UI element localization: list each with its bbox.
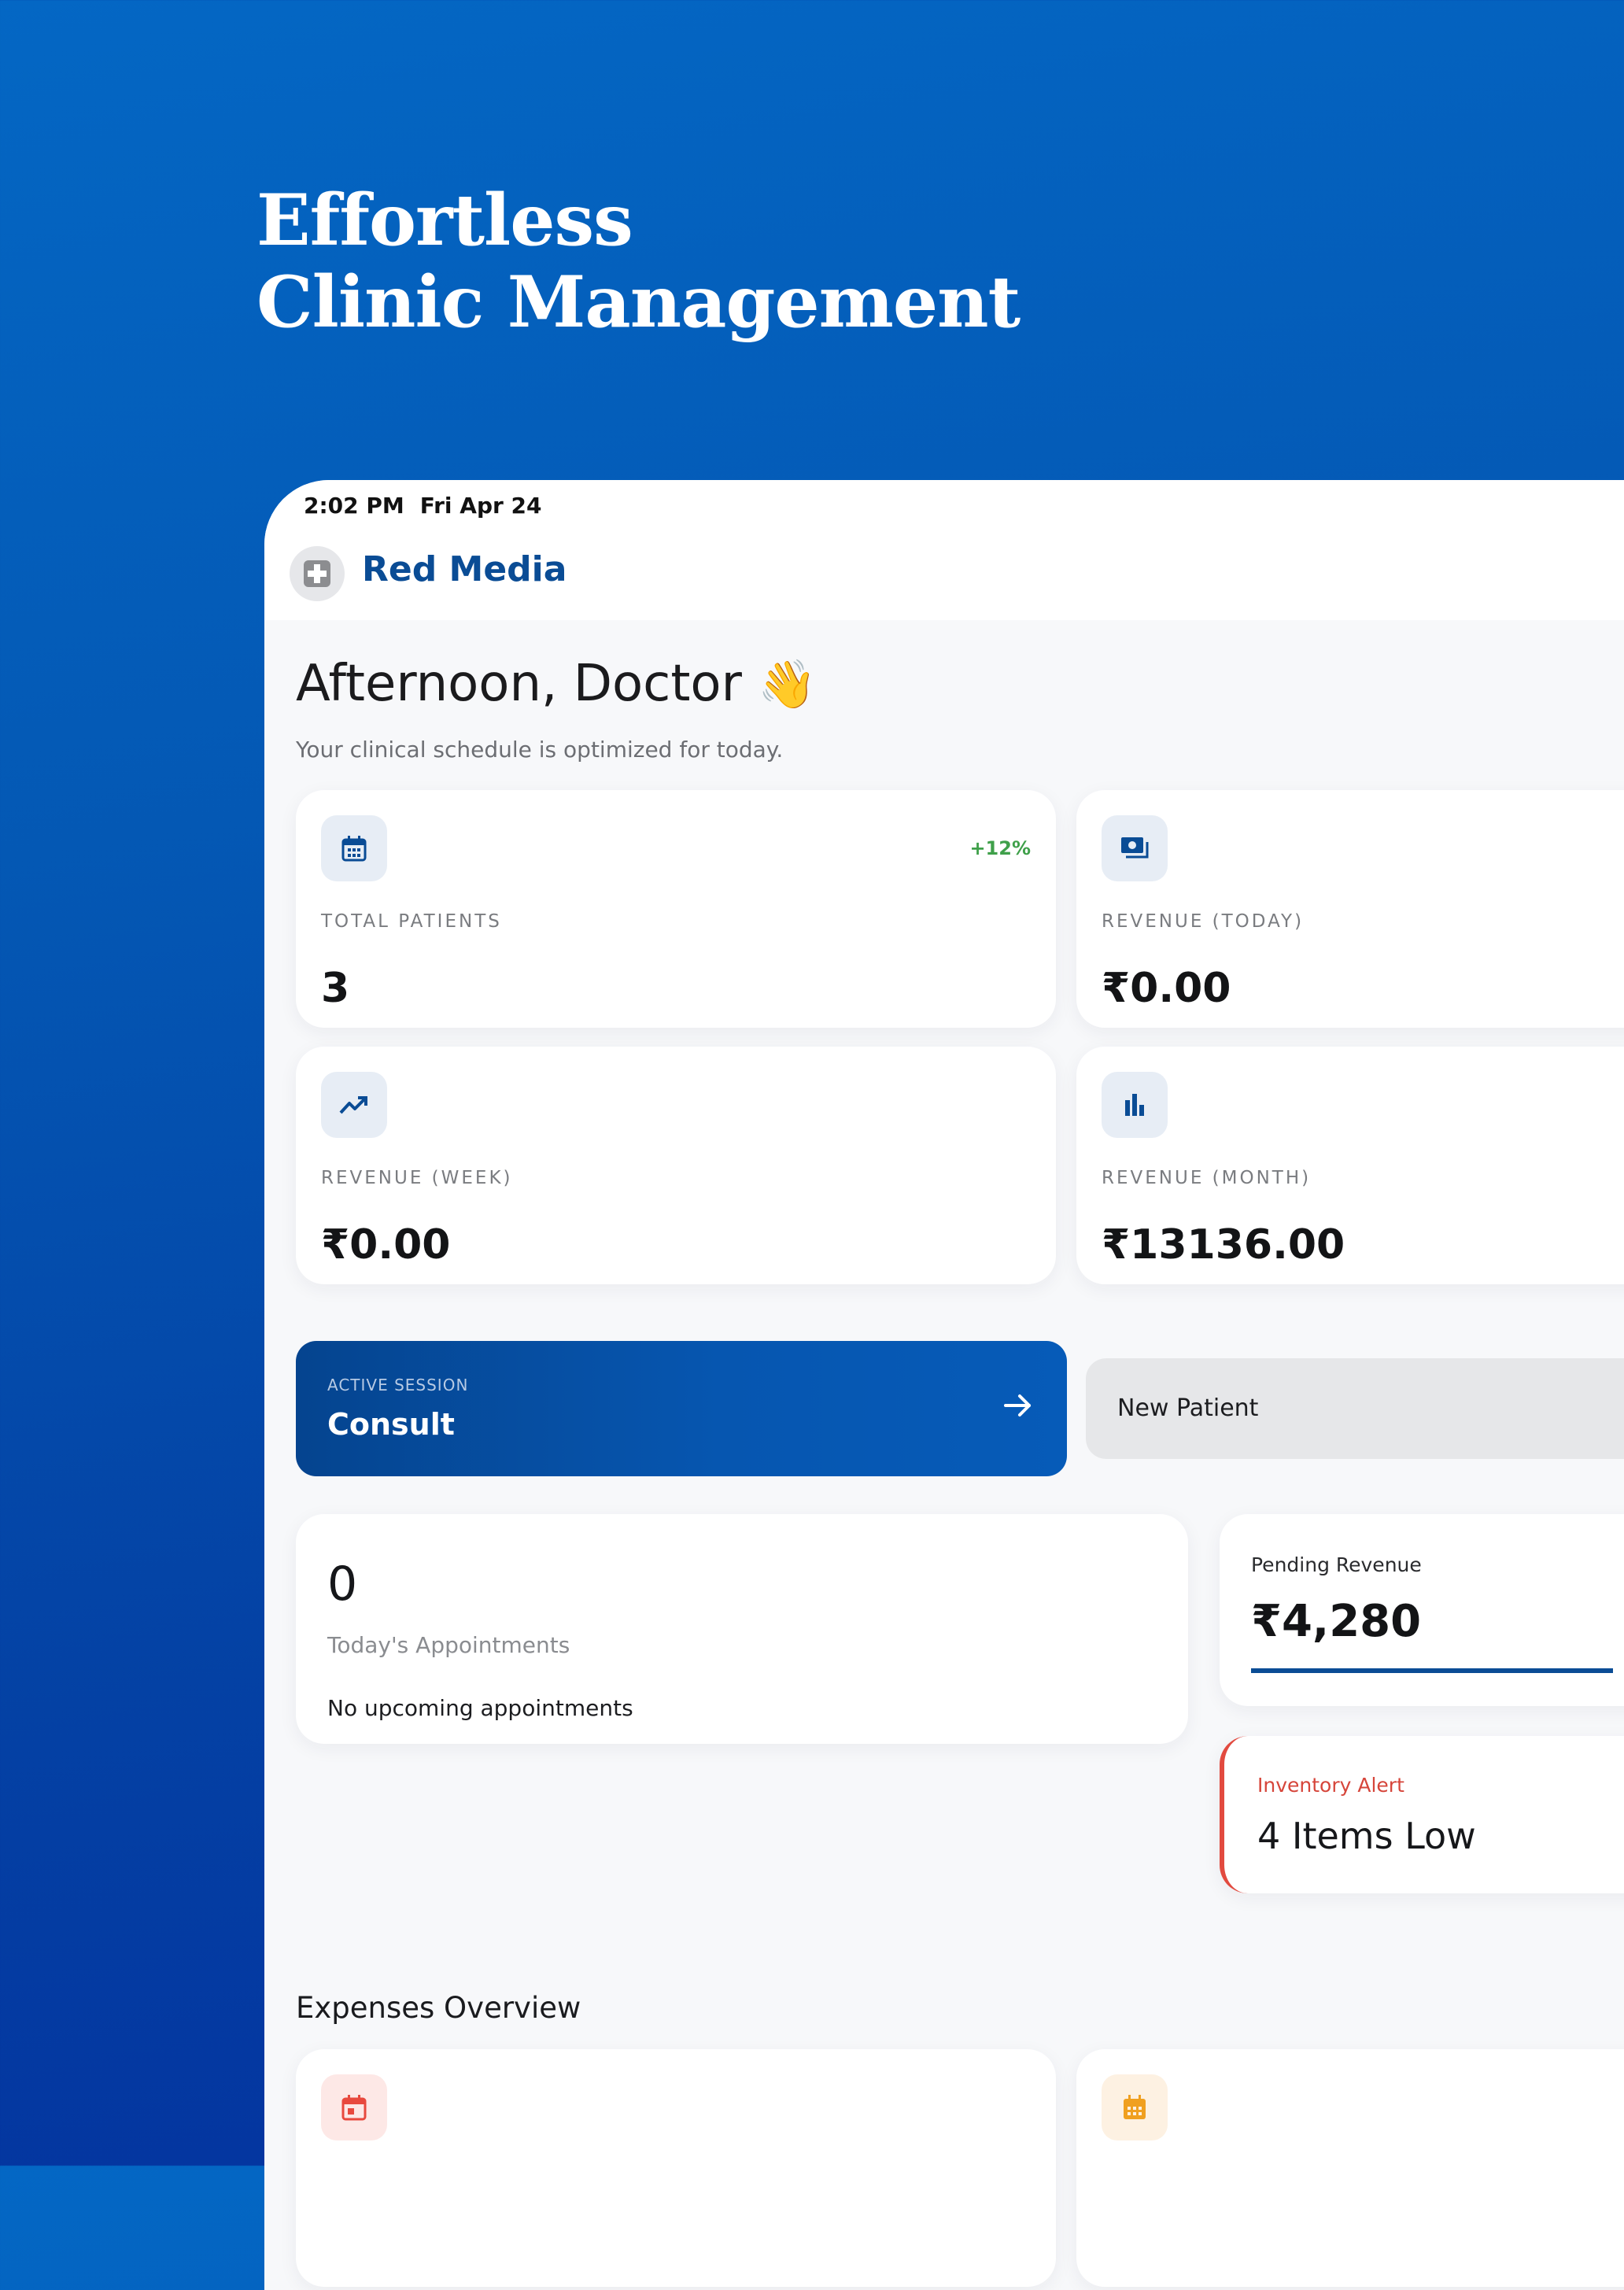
inventory-alert-card[interactable]: Inventory Alert 4 Items Low bbox=[1220, 1736, 1624, 1893]
tablet-app-frame: 2:02 PM Fri Apr 24 Red Media Afternoon, D… bbox=[264, 480, 1624, 2290]
arrow-right-icon bbox=[1001, 1388, 1035, 1426]
greeting-title: Afternoon, Doctor 👋 bbox=[296, 655, 817, 713]
inventory-alert-label: Inventory Alert bbox=[1257, 1774, 1404, 1797]
stat-value: 3 bbox=[321, 965, 350, 1012]
waving-hand-icon: 👋 bbox=[758, 657, 817, 712]
stat-value: ₹13136.00 bbox=[1102, 1221, 1345, 1269]
pending-revenue-value: ₹4,280 bbox=[1251, 1596, 1422, 1647]
appointments-label: Today's Appointments bbox=[327, 1632, 570, 1658]
new-patient-label: New Patient bbox=[1117, 1394, 1259, 1422]
hero-line-2: Clinic Management bbox=[257, 260, 1021, 344]
stat-label: REVENUE (WEEK) bbox=[321, 1168, 513, 1188]
pending-revenue-card[interactable]: Pending Revenue ₹4,280 bbox=[1220, 1514, 1624, 1706]
status-date: Fri Apr 24 bbox=[419, 493, 542, 519]
status-bar: 2:02 PM Fri Apr 24 bbox=[304, 493, 542, 519]
stat-card-revenue-month[interactable]: REVENUE (MONTH) ₹13136.00 bbox=[1076, 1047, 1624, 1284]
pending-revenue-underline bbox=[1251, 1668, 1613, 1673]
brand-name: Red Media bbox=[362, 549, 567, 589]
calendar-event-icon bbox=[321, 2074, 387, 2140]
inventory-alert-value: 4 Items Low bbox=[1257, 1815, 1476, 1857]
stat-value: ₹0.00 bbox=[1102, 965, 1231, 1012]
stat-card-revenue-today[interactable]: REVENUE (TODAY) ₹0.00 bbox=[1076, 790, 1624, 1028]
bar-chart-icon bbox=[1102, 1072, 1168, 1138]
stat-label: TOTAL PATIENTS bbox=[321, 911, 502, 932]
medical-cross-icon[interactable] bbox=[290, 546, 345, 601]
stat-label: REVENUE (TODAY) bbox=[1102, 911, 1305, 932]
stat-value: ₹0.00 bbox=[321, 1221, 451, 1269]
appointments-empty-message: No upcoming appointments bbox=[327, 1695, 633, 1721]
expense-card-daily[interactable] bbox=[296, 2049, 1056, 2287]
greeting-subtitle: Your clinical schedule is optimized for … bbox=[296, 737, 784, 763]
trend-badge: +12% bbox=[969, 837, 1031, 859]
appointments-card[interactable]: 0 Today's Appointments No upcoming appoi… bbox=[296, 1514, 1188, 1744]
app-header: 2:02 PM Fri Apr 24 Red Media bbox=[264, 480, 1624, 620]
greeting-text: Afternoon, Doctor bbox=[296, 655, 742, 713]
consult-label: Consult bbox=[327, 1407, 455, 1442]
calendar-month-icon bbox=[1102, 2074, 1168, 2140]
cash-icon bbox=[1102, 815, 1168, 881]
expense-card-monthly[interactable] bbox=[1076, 2049, 1624, 2287]
expenses-overview-title: Expenses Overview bbox=[296, 1991, 581, 2025]
calendar-icon bbox=[321, 815, 387, 881]
trending-up-icon bbox=[321, 1072, 387, 1138]
appointments-count: 0 bbox=[327, 1557, 358, 1612]
new-patient-button[interactable]: New Patient bbox=[1086, 1358, 1624, 1459]
stat-card-total-patients[interactable]: +12% TOTAL PATIENTS 3 bbox=[296, 790, 1056, 1028]
stat-card-revenue-week[interactable]: REVENUE (WEEK) ₹0.00 bbox=[296, 1047, 1056, 1284]
status-time: 2:02 PM bbox=[304, 493, 404, 519]
stat-label: REVENUE (MONTH) bbox=[1102, 1168, 1312, 1188]
consult-caption: ACTIVE SESSION bbox=[327, 1376, 469, 1394]
consult-button[interactable]: ACTIVE SESSION Consult bbox=[296, 1341, 1067, 1476]
pending-revenue-label: Pending Revenue bbox=[1251, 1553, 1422, 1576]
hero-line-1: Effortless bbox=[257, 179, 633, 262]
hero-headline: Effortless Clinic Management bbox=[257, 179, 1021, 344]
